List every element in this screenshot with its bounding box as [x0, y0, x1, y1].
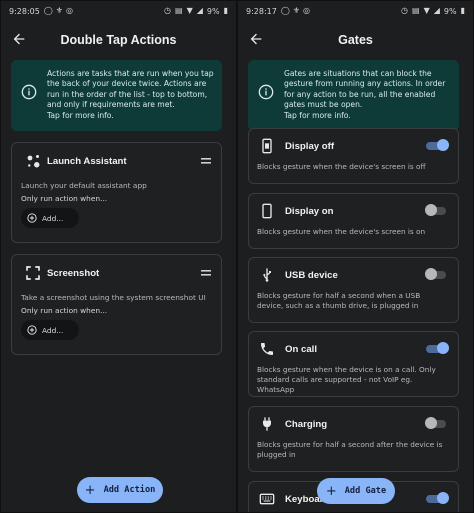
info-banner[interactable]: Gates are situations that can block the … [248, 60, 459, 131]
page-title: Double Tap Actions [60, 33, 177, 47]
add-circle-icon [27, 213, 37, 223]
requirements-label: Only run action when... [21, 306, 108, 315]
gate-toggle[interactable] [426, 342, 449, 354]
vibrate-icon: ▤ [175, 6, 183, 15]
alarm-icon: ◷ [164, 6, 172, 15]
gate-display-off[interactable]: Display off Blocks gesture when the devi… [248, 128, 459, 184]
battery-level: 9% [443, 6, 457, 16]
usb-icon [263, 268, 271, 282]
notification-icon: ◎ [302, 6, 310, 15]
gate-name: USB device [285, 270, 338, 281]
gate-display-on[interactable]: Display on Blocks gesture when the devic… [248, 193, 459, 249]
notification-icon: ◎ [65, 6, 73, 15]
plug-icon [263, 417, 271, 431]
action-description: Launch your default assistant app [21, 181, 147, 190]
signal-icon: ◢ [433, 6, 440, 15]
gates-screen: 9:28:17 ◯ ⚜ ◎ ◷ ▤ ▼ ◢ 9% ▮ Gates Gates a… [237, 0, 474, 513]
usb-status-icon: ⚜ [55, 6, 63, 15]
wifi-icon: ▼ [186, 6, 193, 15]
app-bar: Double Tap Actions [1, 27, 236, 53]
plus-icon: + [84, 482, 96, 498]
app-bar: Gates [238, 27, 473, 53]
gate-description: Blocks gesture when the device is on a c… [257, 365, 436, 394]
gate-usb-device[interactable]: USB device Blocks gesture for half a sec… [248, 257, 459, 323]
vibrate-icon: ▤ [412, 6, 420, 15]
drag-handle-icon[interactable] [201, 270, 211, 276]
screenshot-icon [26, 266, 40, 280]
battery-icon: ▮ [460, 6, 465, 15]
status-bar: 9:28:05 ◯ ⚜ ◎ ◷ ▤ ▼ ◢ 9% ▮ [9, 4, 228, 18]
action-name: Screenshot [47, 268, 100, 279]
drag-handle-icon[interactable] [201, 158, 211, 164]
plus-icon: + [325, 483, 337, 499]
alarm-icon: ◷ [401, 6, 409, 15]
gate-toggle[interactable] [426, 492, 449, 504]
whatsapp-icon: ◯ [43, 6, 53, 15]
info-icon [21, 84, 37, 100]
gate-toggle[interactable] [425, 268, 448, 280]
status-bar: 9:28:17 ◯ ⚜ ◎ ◷ ▤ ▼ ◢ 9% ▮ [246, 4, 465, 18]
keyboard-icon [259, 493, 275, 505]
phone-on-icon [262, 203, 272, 219]
add-requirement-button[interactable]: Add... [21, 208, 79, 228]
gate-name: Display off [285, 141, 335, 152]
gate-description: Blocks gesture when the device's screen … [257, 162, 426, 171]
whatsapp-icon: ◯ [280, 6, 290, 15]
gate-description: Blocks gesture for half a second when a … [257, 291, 421, 310]
wifi-icon: ▼ [423, 6, 430, 15]
action-name: Launch Assistant [47, 156, 127, 167]
requirements-label: Only run action when... [21, 194, 108, 203]
gate-toggle[interactable] [425, 417, 448, 429]
phone-call-icon [261, 343, 273, 355]
gate-description: Blocks gesture when the device's screen … [257, 227, 426, 236]
battery-icon: ▮ [223, 6, 228, 15]
phone-off-icon [262, 138, 272, 154]
info-text: Gates are situations that can block the … [284, 69, 446, 120]
double-tap-actions-screen: 9:28:05 ◯ ⚜ ◎ ◷ ▤ ▼ ◢ 9% ▮ Double Tap Ac… [0, 0, 237, 513]
status-time: 9:28:17 [246, 6, 277, 16]
gate-toggle[interactable] [425, 204, 448, 216]
info-banner[interactable]: Actions are tasks that are run when you … [11, 60, 222, 131]
add-gate-button[interactable]: + Add Gate [317, 478, 395, 504]
action-card-launch-assistant[interactable]: Launch Assistant Launch your default ass… [11, 142, 222, 243]
gate-name: Display on [285, 206, 334, 217]
battery-level: 9% [206, 6, 220, 16]
gate-on-call[interactable]: On call Blocks gesture when the device i… [248, 331, 459, 397]
gate-description: Blocks gesture for half a second after t… [257, 440, 443, 459]
info-icon [258, 84, 274, 100]
gate-name: Charging [285, 419, 328, 430]
add-requirement-button[interactable]: Add... [21, 320, 79, 340]
gate-name: On call [285, 344, 317, 355]
usb-status-icon: ⚜ [292, 6, 300, 15]
status-time: 9:28:05 [9, 6, 40, 16]
assistant-icon [27, 155, 40, 168]
action-description: Take a screenshot using the system scree… [21, 293, 206, 302]
add-circle-icon [27, 325, 37, 335]
info-text: Actions are tasks that are run when you … [47, 69, 214, 120]
add-action-button[interactable]: + Add Action [77, 477, 163, 503]
back-arrow-icon[interactable] [248, 31, 264, 47]
back-arrow-icon[interactable] [11, 31, 27, 47]
page-title: Gates [338, 33, 373, 47]
gate-toggle[interactable] [426, 139, 449, 151]
action-card-screenshot[interactable]: Screenshot Take a screenshot using the s… [11, 254, 222, 355]
signal-icon: ◢ [196, 6, 203, 15]
gate-charging[interactable]: Charging Blocks gesture for half a secon… [248, 406, 459, 472]
